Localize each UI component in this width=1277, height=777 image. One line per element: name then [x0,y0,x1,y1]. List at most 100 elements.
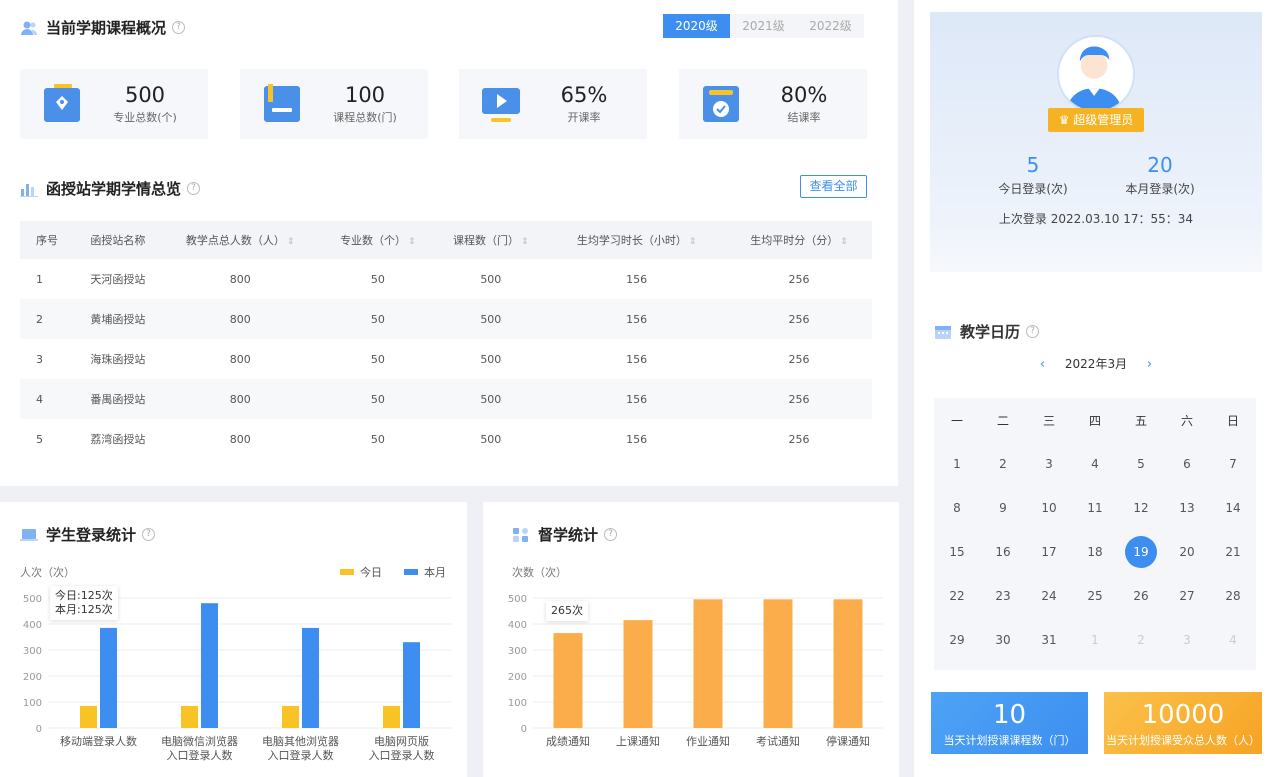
calendar-weekday-row: 一二三四五六日 [934,398,1256,442]
calendar-day[interactable]: 17 [1026,545,1072,559]
table-cell: 黄埔函授站 [90,313,146,326]
calendar-day[interactable]: 20 [1164,545,1210,559]
prev-month-chevron-icon[interactable]: ‹ [1040,357,1045,372]
calendar-day[interactable]: 28 [1210,589,1256,603]
stat-card-courses: 100 课程总数(门) [240,69,428,139]
calendar-day[interactable]: 6 [1164,457,1210,471]
calendar-day[interactable]: 18 [1072,545,1118,559]
calendar-day[interactable]: 21 [1210,545,1256,559]
tab-2021[interactable]: 2021级 [730,14,797,38]
column-header[interactable]: 教学点总人数（人） ⇕ [159,221,321,259]
calendar-day[interactable]: 23 [980,589,1026,603]
bar[interactable] [302,627,319,728]
calendar-day-number: 30 [995,633,1011,647]
help-icon[interactable]: ? [142,528,156,541]
calendar-day[interactable]: 5 [1118,457,1164,471]
bar[interactable] [623,620,653,728]
help-icon[interactable]: ? [1026,325,1040,338]
help-icon[interactable]: ? [172,21,186,34]
calendar-day[interactable]: 12 [1118,501,1164,515]
calendar-day[interactable]: 1 [1072,633,1118,647]
table-row[interactable]: 3 海珠函授站 800 50 500 156 256 [20,339,872,379]
tab-2022[interactable]: 2022级 [797,14,864,38]
calendar-day[interactable]: 13 [1164,501,1210,515]
table-cell: 50 [370,432,385,446]
planned-students-value: 10000 [1141,700,1225,730]
bar[interactable] [763,599,793,728]
column-header: 序号 [20,221,77,259]
view-all-button[interactable]: 查看全部 [800,175,867,198]
calendar-day[interactable]: 4 [1210,633,1256,647]
column-header[interactable]: 专业数（个） ⇕ [321,221,434,259]
stat-label: 专业总数(个) [113,111,177,124]
table-cell: 800 [229,432,251,446]
bar[interactable] [181,705,198,728]
calendar-day[interactable]: 2 [1118,633,1164,647]
calendar-day[interactable]: 8 [934,501,980,515]
column-header[interactable]: 生均平时分（分） ⇕ [726,221,872,259]
tab-2020[interactable]: 2020级 [663,14,730,38]
y-tick-label: 400 [23,620,42,631]
calendar-day[interactable]: 3 [1026,457,1072,471]
calendar-day[interactable]: 15 [934,545,980,559]
calendar-day[interactable]: 1 [934,457,980,471]
help-icon[interactable]: ? [187,182,201,195]
help-icon[interactable]: ? [604,528,618,541]
x-tick-label: 电脑网页版 [374,734,429,748]
calendar-day[interactable]: 11 [1072,501,1118,515]
y-tick-label: 500 [508,594,527,605]
sort-icon[interactable]: ⇕ [287,237,295,247]
calendar-day-number: 25 [1087,589,1103,603]
calendar-day[interactable]: 30 [980,633,1026,647]
calendar-weekday: 四 [1088,413,1101,428]
calendar-day[interactable]: 22 [934,589,980,603]
calendar-day[interactable]: 27 [1164,589,1210,603]
table-cell: 500 [480,392,502,406]
column-header[interactable]: 课程数（门） ⇕ [434,221,547,259]
avatar[interactable] [1057,35,1135,113]
column-header[interactable]: 生均学习时长（小时） ⇕ [547,221,726,259]
bar[interactable] [201,603,218,728]
calendar-day[interactable]: 25 [1072,589,1118,603]
sort-icon[interactable]: ⇕ [521,237,529,247]
calendar-day-number: 2 [1137,633,1145,647]
calendar-day[interactable]: 24 [1026,589,1072,603]
calendar-weekday: 五 [1134,413,1147,428]
calendar-day[interactable]: 16 [980,545,1026,559]
profile-card: ♛ 超级管理员 5 今日登录(次) 20 本月登录(次) 上次登录 2022.0… [930,12,1262,272]
calendar-day[interactable]: 10 [1026,501,1072,515]
calendar-day[interactable]: 26 [1118,589,1164,603]
calendar-day[interactable]: 14 [1210,501,1256,515]
calendar-day[interactable]: 7 [1210,457,1256,471]
sort-icon[interactable]: ⇕ [408,237,416,247]
grid-icon [513,527,528,542]
calendar-day[interactable]: 2 [980,457,1026,471]
table-row[interactable]: 5 荔湾函授站 800 50 500 156 256 [20,419,872,459]
calendar-day[interactable]: 29 [934,633,980,647]
bar[interactable] [383,705,400,728]
sort-icon[interactable]: ⇕ [689,237,697,247]
sort-icon[interactable]: ⇕ [840,237,848,247]
stat-label: 课程总数(门) [333,111,397,124]
bar[interactable] [403,642,420,728]
bar[interactable] [80,705,97,728]
calendar-day[interactable]: 9 [980,501,1026,515]
stat-label: 结课率 [787,111,821,124]
bar[interactable] [282,705,299,728]
table-cell: 50 [370,392,385,406]
calendar-day[interactable]: 3 [1164,633,1210,647]
calendar-day[interactable]: 31 [1026,633,1072,647]
bar[interactable] [100,627,117,728]
bar[interactable] [693,599,723,728]
x-tick-label: 移动端登录人数 [60,734,137,748]
calendar-day[interactable]: 4 [1072,457,1118,471]
table-row[interactable]: 1 天河函授站 800 50 500 156 256 [20,259,872,299]
role-badge: ♛ 超级管理员 [1048,108,1144,132]
bar[interactable] [833,599,863,728]
bar[interactable] [553,633,583,728]
next-month-chevron-icon[interactable]: › [1147,357,1152,372]
table-row[interactable]: 4 番禺函授站 800 50 500 156 256 [20,379,872,419]
calendar-day-number: 9 [999,501,1007,515]
table-row[interactable]: 2 黄埔函授站 800 50 500 156 256 [20,299,872,339]
calendar-day-selected[interactable]: 19 [1118,536,1164,568]
